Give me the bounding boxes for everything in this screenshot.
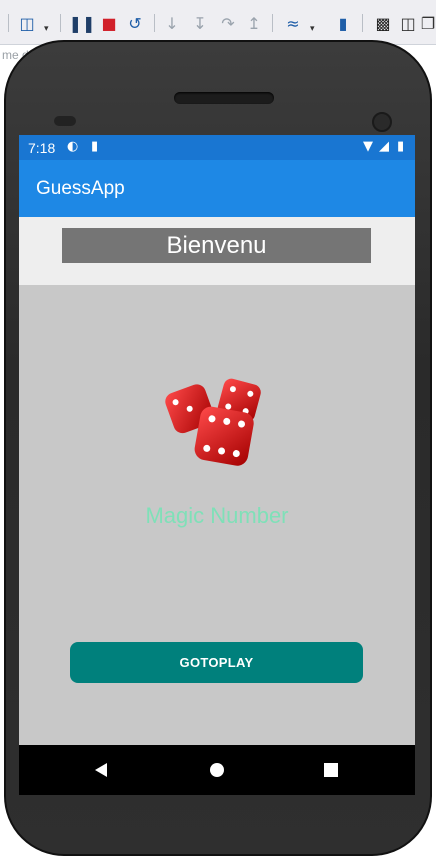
toolbar-separator [272,14,273,32]
sensor-icon [54,116,76,126]
gotoplay-label: GOTOPLAY [179,655,254,670]
speaker-grille [174,92,274,104]
back-icon[interactable] [89,758,113,782]
restart-icon[interactable]: ↺ [124,12,146,34]
layout-icon[interactable]: ◫ [398,12,418,34]
toolbar-separator [8,14,9,32]
home-icon[interactable] [205,758,229,782]
recents-icon[interactable] [319,758,343,782]
wifi-icon: ▼ [363,139,373,154]
step-out-icon[interactable]: ↥ [244,12,264,34]
step-back-icon[interactable]: ↷ [218,12,238,34]
battery-icon: ▮ [397,139,405,154]
toolbar-separator [154,14,155,32]
nav-bar [19,745,415,795]
sync-icon: ◐ [67,139,79,154]
app-title: GuessApp [36,178,125,199]
dropdown-arrow-icon[interactable]: ▾ [44,24,49,34]
hot-reload-icon[interactable]: ≈ [282,12,304,34]
dropdown-arrow-icon[interactable]: ▾ [310,24,315,34]
device-icon[interactable]: ▮ [332,12,354,34]
window-layout-icon[interactable]: ◫ [16,12,38,34]
dice-icon [165,378,261,466]
signal-icon: ◢ [379,139,389,154]
step-into-icon[interactable]: ↓ [162,12,182,34]
toolbar-separator [60,14,61,32]
gotoplay-button[interactable]: GOTOPLAY [70,642,363,683]
terminal-icon[interactable]: ▩ [372,12,394,34]
toolbar-separator [362,14,363,32]
magic-number-title: Magic Number [145,503,289,528]
header-panel: Bienvenu [19,217,415,286]
copy-icon[interactable]: ❐ [420,12,436,34]
ide-toolbar: ◫ ▾ ❚❚ ■ ↺ ↓ ↧ ↷ ↥ ≈ ▾ ▮ ▩ ◫ ❐ [0,0,436,45]
step-over-icon[interactable]: ↧ [190,12,210,34]
banner-text: Bienvenu [166,231,267,259]
camera-icon [372,112,392,132]
pause-icon[interactable]: ❚❚ [69,12,96,34]
welcome-banner: Bienvenu [62,228,371,263]
app-bar: GuessApp [19,160,415,217]
status-bar: 7:18 ◐ ▮ ▼ ◢ ▮ [19,135,415,160]
main-content: Magic Number GOTOPLAY [19,285,415,745]
stop-icon[interactable]: ■ [100,12,118,34]
sd-card-icon: ▮ [91,139,99,154]
status-time: 7:18 [28,140,56,156]
phone-screen: 7:18 ◐ ▮ ▼ ◢ ▮ GuessApp Bienvenu Magic N… [19,135,415,795]
